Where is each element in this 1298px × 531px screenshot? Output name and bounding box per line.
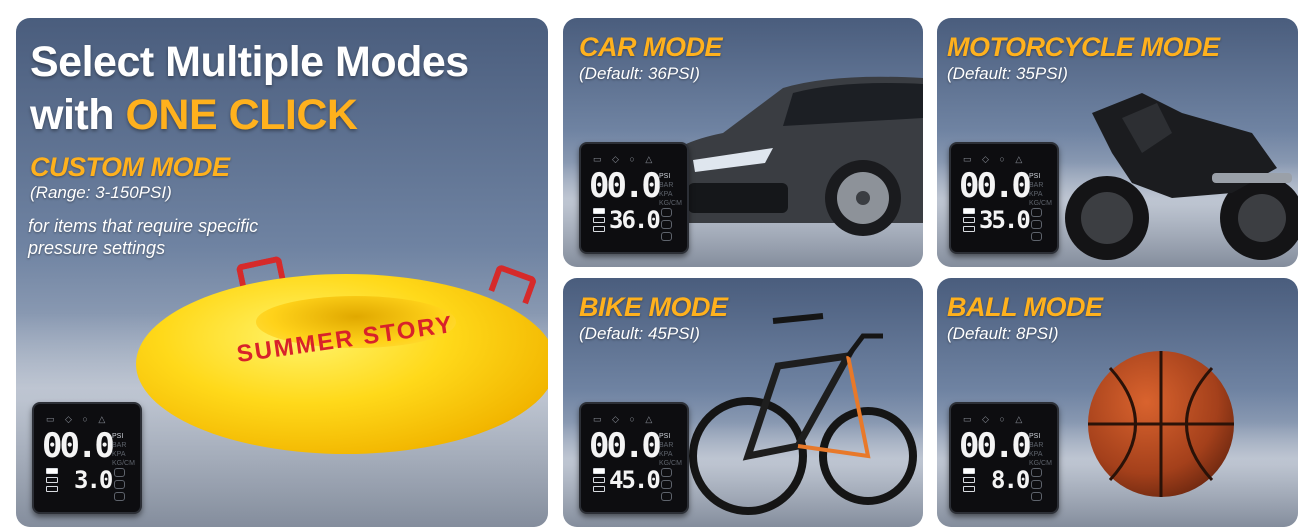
car-gauge-display: ▭ ◇ ○ △ 00.0 PSI BAR KPA KG/CM 36.0	[579, 142, 689, 254]
unit-psi: PSI	[659, 433, 671, 440]
ball-mode-title: BALL MODE	[947, 292, 1103, 322]
motorcycle-mode-card[interactable]: MOTORCYCLE MODE (Default: 35PSI) ▭ ◇ ○ △…	[937, 18, 1298, 267]
gauge-units: PSI BAR KPA KG/CM	[659, 172, 682, 208]
unit-kpa: KPA	[112, 451, 126, 458]
gauge-side-icons	[1031, 468, 1042, 504]
ball-mode-default: (Default: 8PSI)	[947, 324, 1059, 343]
desc-line1: for items that require specific	[28, 216, 259, 236]
custom-mode-card[interactable]: Select Multiple Modes with ONE CLICK CUS…	[16, 18, 548, 527]
gauge-main-reading: 00.0	[959, 426, 1032, 466]
battery-icon	[593, 468, 605, 496]
gauge-side-icons	[114, 468, 125, 504]
battery-icon	[46, 468, 58, 496]
gauge-mode-icons: ▭ ◇ ○ △	[963, 154, 1027, 164]
gauge-units: PSI BAR KPA KG/CM	[659, 432, 682, 468]
unit-psi: PSI	[112, 433, 124, 440]
gauge-units: PSI BAR KPA KG/CM	[1029, 172, 1052, 208]
motorcycle-mode-title: MOTORCYCLE MODE	[947, 32, 1220, 62]
gauge-side-icons	[661, 468, 672, 504]
gauge-set-reading: 3.0	[74, 466, 113, 494]
ball-gauge-display: ▭ ◇ ○ △ 00.0 PSI BAR KPA KG/CM 8.0	[949, 402, 1059, 514]
unit-kpa: KPA	[1029, 191, 1043, 198]
custom-mode-description: for items that require specific pressure…	[28, 215, 258, 259]
custom-mode-title: CUSTOM MODE	[30, 152, 230, 182]
unit-psi: PSI	[659, 173, 671, 180]
unit-bar: BAR	[1029, 182, 1044, 189]
unit-kgcm: KG/CM	[112, 460, 135, 467]
unit-bar: BAR	[659, 182, 674, 189]
gauge-mode-icons: ▭ ◇ ○ △	[963, 414, 1027, 424]
ball-mode-card[interactable]: BALL MODE (Default: 8PSI) ▭ ◇ ○ △ 00.0 P…	[937, 278, 1298, 527]
gauge-set-reading: 35.0	[979, 206, 1031, 234]
unit-kgcm: KG/CM	[1029, 200, 1052, 207]
motorcycle-mode-default: (Default: 35PSI)	[947, 64, 1068, 83]
motorcycle-gauge-display: ▭ ◇ ○ △ 00.0 PSI BAR KPA KG/CM 35.0	[949, 142, 1059, 254]
unit-kpa: KPA	[1029, 451, 1043, 458]
custom-gauge-display: ▭ ◇ ○ △ 00.0 PSI BAR KPA KG/CM 3.0	[32, 402, 142, 514]
battery-icon	[593, 208, 605, 236]
bike-gauge-display: ▭ ◇ ○ △ 00.0 PSI BAR KPA KG/CM 45.0	[579, 402, 689, 514]
headline-prefix: with	[30, 91, 126, 139]
battery-icon	[963, 208, 975, 236]
unit-psi: PSI	[1029, 173, 1041, 180]
unit-kpa: KPA	[659, 451, 673, 458]
gauge-side-icons	[661, 208, 672, 244]
gauge-set-reading: 45.0	[609, 466, 661, 494]
unit-kgcm: KG/CM	[659, 200, 682, 207]
battery-icon	[963, 468, 975, 496]
headline-line2: with ONE CLICK	[30, 89, 469, 142]
gauge-mode-icons: ▭ ◇ ○ △	[593, 154, 657, 164]
unit-kgcm: KG/CM	[1029, 460, 1052, 467]
bike-mode-card[interactable]: BIKE MODE (Default: 45PSI) ▭ ◇ ○ △ 00.0 …	[563, 278, 923, 527]
gauge-side-icons	[1031, 208, 1042, 244]
unit-kgcm: KG/CM	[659, 460, 682, 467]
gauge-units: PSI BAR KPA KG/CM	[1029, 432, 1052, 468]
unit-bar: BAR	[659, 442, 674, 449]
headline-accent: ONE CLICK	[125, 91, 358, 139]
basketball-image	[1088, 351, 1234, 497]
motorcycle-image	[1065, 93, 1298, 260]
unit-bar: BAR	[1029, 442, 1044, 449]
page-headline: Select Multiple Modes with ONE CLICK	[30, 36, 469, 142]
car-mode-card[interactable]: CAR MODE (Default: 36PSI) ▭ ◇ ○ △ 00.0 P…	[563, 18, 923, 267]
gauge-set-reading: 8.0	[991, 466, 1030, 494]
headline-line1: Select Multiple Modes	[30, 38, 469, 86]
unit-kpa: KPA	[659, 191, 673, 198]
gauge-main-reading: 00.0	[589, 426, 662, 466]
unit-psi: PSI	[1029, 433, 1041, 440]
gauge-mode-icons: ▭ ◇ ○ △	[46, 414, 110, 424]
bike-mode-default: (Default: 45PSI)	[579, 324, 700, 343]
gauge-main-reading: 00.0	[589, 166, 662, 206]
custom-mode-range: (Range: 3-150PSI)	[30, 183, 172, 202]
bicycle-image	[689, 313, 917, 515]
gauge-mode-icons: ▭ ◇ ○ △	[593, 414, 657, 424]
gauge-main-reading: 00.0	[42, 426, 115, 466]
gauge-set-reading: 36.0	[609, 206, 661, 234]
gauge-main-reading: 00.0	[959, 166, 1032, 206]
gauge-units: PSI BAR KPA KG/CM	[112, 432, 135, 468]
swim-ring-image: SUMMER STORY	[136, 255, 548, 456]
ring-handle-right	[488, 263, 538, 305]
unit-bar: BAR	[112, 442, 127, 449]
